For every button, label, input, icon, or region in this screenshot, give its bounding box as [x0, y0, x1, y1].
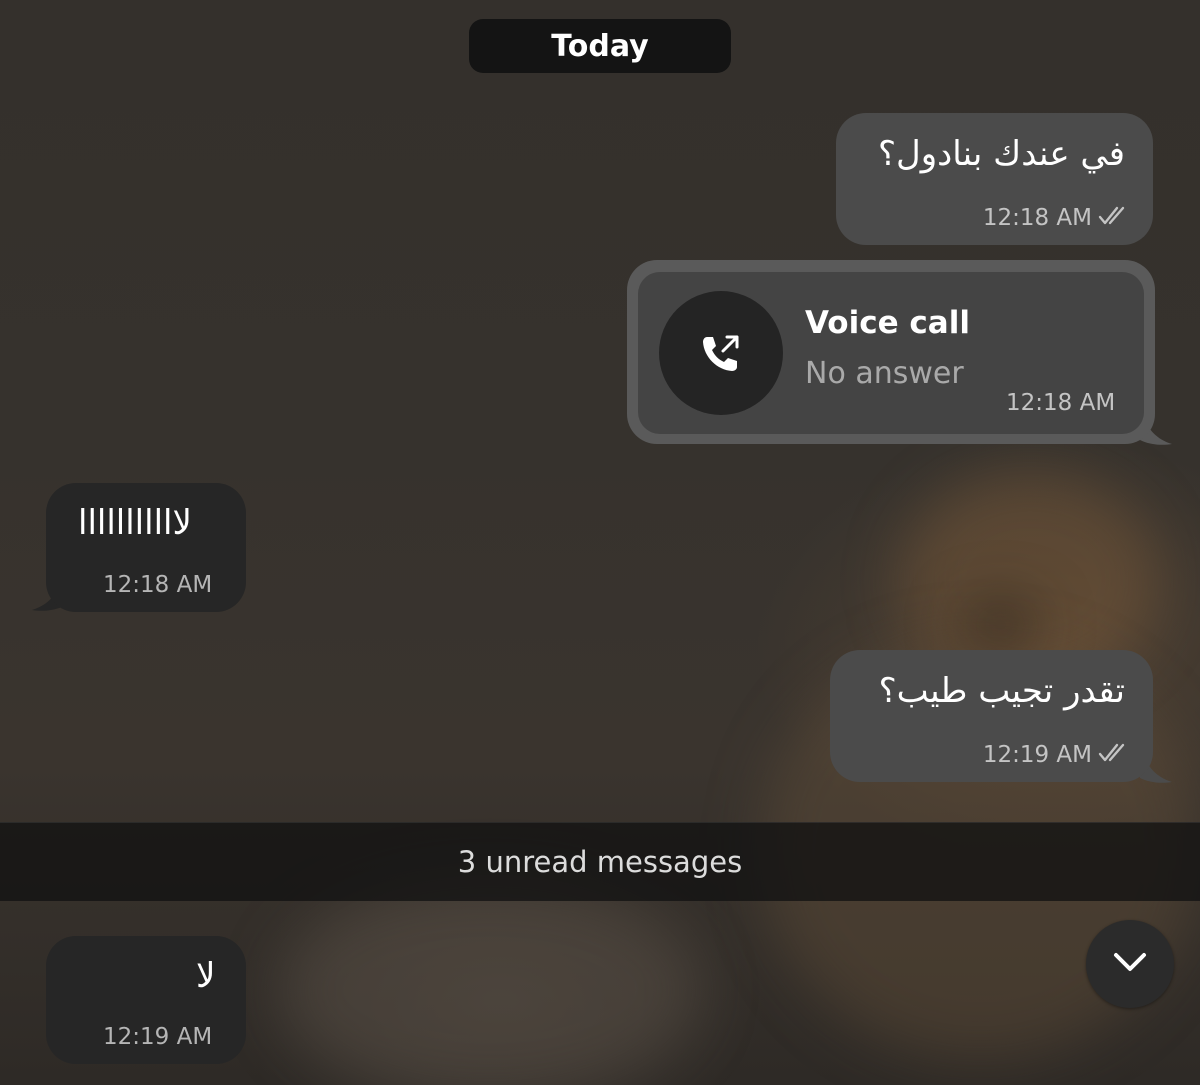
- message-time: 12:18 AM: [103, 572, 213, 598]
- message-time: 12:19 AM: [103, 1024, 213, 1050]
- message-time: 12:18 AM: [982, 205, 1092, 231]
- message-text: في عندك بنادول؟: [877, 134, 1125, 174]
- unread-messages-banner: 3 unread messages: [0, 822, 1200, 901]
- scroll-to-bottom-button[interactable]: [1086, 920, 1174, 1008]
- double-check-icon: [1098, 741, 1130, 769]
- message-time: 12:18 AM: [1006, 390, 1116, 416]
- date-divider: Today: [469, 19, 731, 73]
- message-time: 12:19 AM: [982, 742, 1092, 768]
- call-title: Voice call: [805, 305, 970, 341]
- double-check-icon: [1098, 204, 1130, 232]
- message-text: لا: [196, 956, 216, 996]
- message-text: لااااااااااا: [78, 503, 192, 543]
- message-meta: 12:18 AM: [983, 204, 1130, 232]
- chevron-down-icon: [1110, 949, 1150, 979]
- call-status: No answer: [805, 356, 964, 391]
- message-meta: 12:19 AM: [983, 741, 1130, 769]
- outgoing-call-icon: [659, 291, 783, 415]
- message-text: تقدر تجيب طيب؟: [878, 671, 1125, 711]
